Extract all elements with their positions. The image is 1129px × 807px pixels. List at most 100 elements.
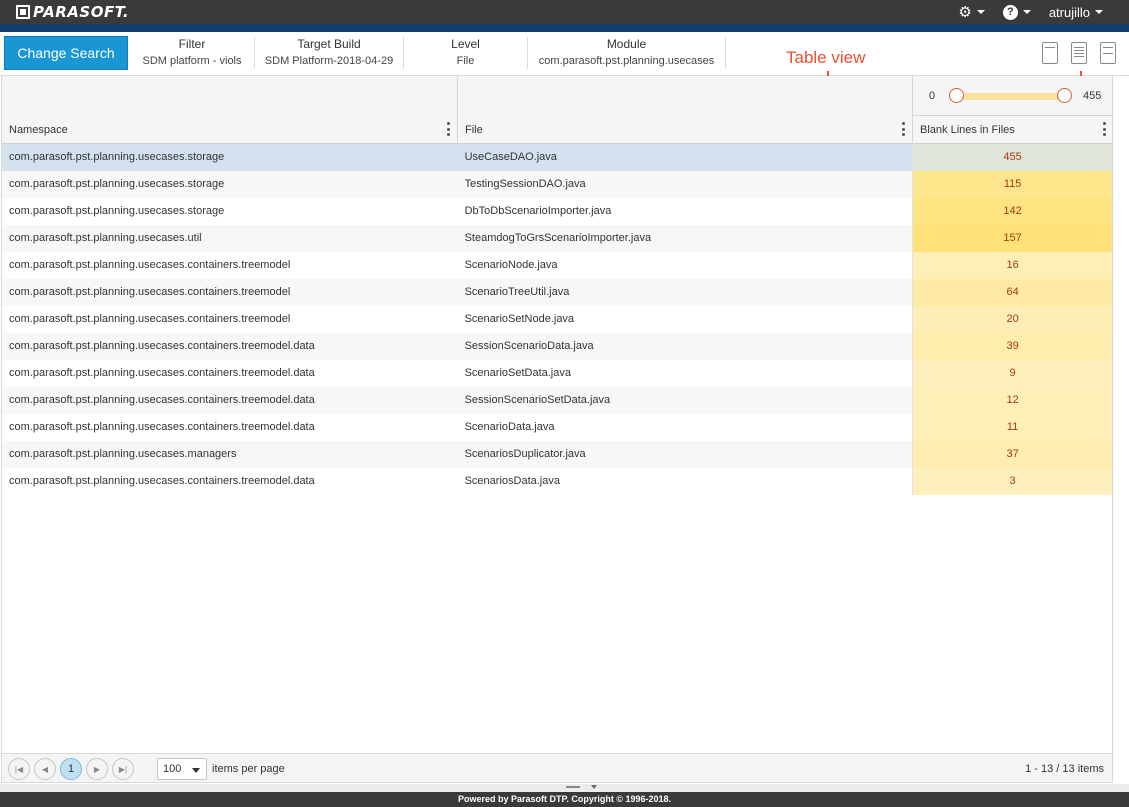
- settings-menu-button[interactable]: ⚙: [958, 5, 985, 20]
- table-row[interactable]: com.parasoft.pst.planning.usecases.conta…: [2, 468, 1112, 495]
- splitter-arrow-icon: [591, 785, 597, 789]
- last-page-button[interactable]: ▶|: [112, 758, 134, 780]
- table-row[interactable]: com.parasoft.pst.planning.usecases.conta…: [2, 387, 1112, 414]
- top-right-controls: ⚙ ? atrujillo: [958, 0, 1129, 24]
- slider-min-handle[interactable]: [949, 88, 964, 103]
- namespace-cell: com.parasoft.pst.planning.usecases.conta…: [9, 340, 315, 352]
- file-cell: ScenarioNode.java: [464, 259, 558, 271]
- blank-lines-cell: 157: [912, 225, 1112, 252]
- grid-body: com.parasoft.pst.planning.usecases.stora…: [2, 144, 1112, 495]
- user-menu-button[interactable]: atrujillo: [1049, 5, 1103, 20]
- header-accent-band: [0, 24, 1129, 32]
- namespace-cell: com.parasoft.pst.planning.usecases.conta…: [9, 394, 315, 406]
- file-cell: SessionScenarioSetData.java: [464, 394, 611, 406]
- table-row[interactable]: com.parasoft.pst.planning.usecases.conta…: [2, 279, 1112, 306]
- blank-lines-cell: 20: [912, 306, 1112, 333]
- chevron-down-icon: [1095, 10, 1103, 14]
- criteria-title: Filter: [178, 37, 206, 51]
- criteria-value: SDM platform - viols: [142, 55, 242, 67]
- table-row[interactable]: com.parasoft.pst.planning.usecases.stora…: [2, 198, 1112, 225]
- panel-splitter[interactable]: [0, 784, 1129, 792]
- parasoft-logo[interactable]: PARASOFT.: [16, 3, 129, 21]
- table-row[interactable]: com.parasoft.pst.planning.usecases.conta…: [2, 333, 1112, 360]
- table-row[interactable]: com.parasoft.pst.planning.usecases.stora…: [2, 144, 1112, 171]
- file-cell: SteamdogToGrsScenarioImporter.java: [464, 232, 652, 244]
- criteria-value: com.parasoft.pst.planning.usecases: [538, 55, 715, 67]
- column-header-blank-lines[interactable]: 0 455 Blank Lines in Files: [913, 76, 1113, 144]
- file-cell: ScenarioSetData.java: [464, 367, 571, 379]
- logo-icon: [16, 5, 30, 19]
- namespace-cell: com.parasoft.pst.planning.usecases.conta…: [9, 313, 291, 325]
- file-cell: ScenariosData.java: [464, 475, 560, 487]
- namespace-cell: com.parasoft.pst.planning.usecases.conta…: [9, 421, 315, 433]
- splitter-grip-icon: [566, 786, 580, 788]
- first-page-button[interactable]: |◀: [8, 758, 30, 780]
- table-row[interactable]: com.parasoft.pst.planning.usecases.stora…: [2, 171, 1112, 198]
- page-size-select[interactable]: 100: [157, 758, 207, 780]
- blank-lines-cell: 16: [912, 252, 1112, 279]
- summary-view-icon[interactable]: [1042, 42, 1058, 64]
- file-cell: UseCaseDAO.java: [464, 151, 557, 163]
- file-cell: SessionScenarioData.java: [464, 340, 594, 352]
- blank-lines-cell: 37: [912, 441, 1112, 468]
- slider-track[interactable]: [957, 93, 1065, 100]
- column-header-namespace[interactable]: Namespace: [2, 76, 458, 144]
- logo-text: PARASOFT.: [33, 3, 130, 21]
- range-max-label: 455: [1083, 90, 1102, 102]
- criteria-title: Level: [451, 37, 480, 51]
- column-label: Blank Lines in Files: [920, 124, 1015, 136]
- chevron-down-icon: [192, 768, 200, 773]
- pager-info: 1 - 13 / 13 items: [1025, 763, 1104, 775]
- table-row[interactable]: com.parasoft.pst.planning.usecases.manag…: [2, 441, 1112, 468]
- blank-lines-cell: 39: [912, 333, 1112, 360]
- range-filter-slider: 0 455: [913, 76, 1113, 116]
- chevron-down-icon: [1022, 10, 1031, 14]
- next-page-button[interactable]: ▶: [86, 758, 108, 780]
- blank-lines-cell: 3: [912, 468, 1112, 495]
- file-cell: ScenariosDuplicator.java: [464, 448, 586, 460]
- chevron-down-icon: [976, 10, 985, 14]
- prev-page-button[interactable]: ◀: [34, 758, 56, 780]
- table-view-icon[interactable]: [1071, 42, 1087, 64]
- blank-lines-cell: 455: [912, 144, 1112, 171]
- change-search-button[interactable]: Change Search: [4, 36, 128, 70]
- blank-lines-cell: 115: [912, 171, 1112, 198]
- blank-lines-cell: 142: [912, 198, 1112, 225]
- namespace-cell: com.parasoft.pst.planning.usecases.util: [9, 232, 202, 244]
- column-menu-icon[interactable]: [900, 122, 906, 136]
- table-row[interactable]: com.parasoft.pst.planning.usecases.conta…: [2, 360, 1112, 387]
- pager: |◀ ◀ 1 ▶ ▶| 100 items per page 1 - 13 / …: [1, 753, 1113, 783]
- file-cell: ScenarioSetNode.java: [464, 313, 575, 325]
- table-row[interactable]: com.parasoft.pst.planning.usecases.conta…: [2, 306, 1112, 333]
- namespace-cell: com.parasoft.pst.planning.usecases.conta…: [9, 286, 291, 298]
- file-cell: TestingSessionDAO.java: [464, 178, 586, 190]
- criteria-level: Level File: [404, 37, 528, 69]
- column-menu-icon[interactable]: [445, 122, 451, 136]
- column-menu-icon[interactable]: [1101, 122, 1107, 136]
- column-label: File: [465, 124, 483, 136]
- namespace-cell: com.parasoft.pst.planning.usecases.conta…: [9, 475, 315, 487]
- file-cell: DbToDbScenarioImporter.java: [464, 205, 612, 217]
- page-size-value: 100: [163, 763, 182, 775]
- footer: Powered by Parasoft DTP. Copyright © 199…: [0, 792, 1129, 807]
- blank-lines-cell: 64: [912, 279, 1112, 306]
- criteria-title: Target Build: [297, 37, 361, 51]
- criteria-target-build: Target Build SDM Platform-2018-04-29: [255, 37, 404, 69]
- namespace-cell: com.parasoft.pst.planning.usecases.manag…: [9, 448, 237, 460]
- page-button-current[interactable]: 1: [60, 758, 82, 780]
- slider-max-handle[interactable]: [1057, 88, 1072, 103]
- data-grid: Namespace File 0 455 Blank Lines in File…: [1, 76, 1113, 753]
- criteria-title: Module: [606, 37, 647, 51]
- grid-header: Namespace File 0 455 Blank Lines in File…: [2, 76, 1113, 144]
- detail-view-icon[interactable]: [1100, 42, 1116, 64]
- namespace-cell: com.parasoft.pst.planning.usecases.conta…: [9, 259, 291, 271]
- column-header-file[interactable]: File: [458, 76, 913, 144]
- top-navigation-bar: PARASOFT. ⚙ ? atrujillo: [0, 0, 1129, 24]
- table-row[interactable]: com.parasoft.pst.planning.usecases.util S…: [2, 225, 1112, 252]
- page-size-label: items per page: [212, 763, 285, 775]
- criteria-filter: Filter SDM platform - viols: [130, 37, 255, 69]
- namespace-cell: com.parasoft.pst.planning.usecases.stora…: [9, 178, 225, 190]
- table-row[interactable]: com.parasoft.pst.planning.usecases.conta…: [2, 252, 1112, 279]
- help-menu-button[interactable]: ?: [1002, 4, 1031, 20]
- table-row[interactable]: com.parasoft.pst.planning.usecases.conta…: [2, 414, 1112, 441]
